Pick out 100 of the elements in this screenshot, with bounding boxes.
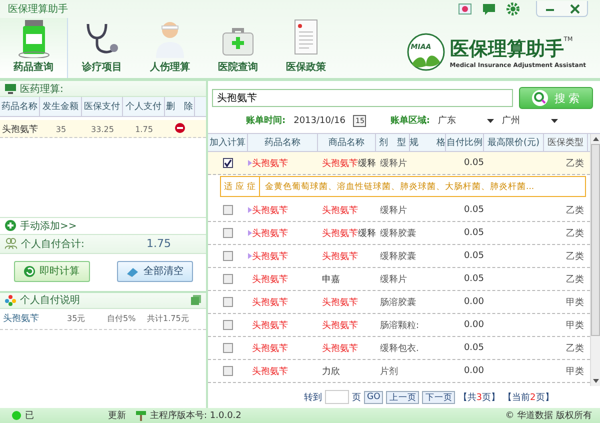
note-cell-text: 35元 [67, 313, 86, 324]
version-text: 主程序版本号: 1.0.0.2 [150, 410, 242, 422]
insurance-type: 乙类 [566, 228, 584, 240]
previous-page-button[interactable]: 上一页 [386, 390, 420, 404]
dosage-form: 片剂 [380, 366, 398, 378]
column-header: 发生金额 [40, 97, 82, 116]
dosage-form: 缓释片 [380, 158, 407, 170]
trade-name: 头孢氨苄 [322, 250, 358, 262]
close-icon [570, 4, 580, 14]
table-row[interactable]: 头孢氨苄 头孢氨苄 缓释片 0.05 乙类 [208, 199, 590, 222]
checkbox[interactable] [223, 274, 233, 284]
nav-tab[interactable]: 人伤理算 [136, 18, 204, 78]
table-row[interactable]: 头孢氨苄 头孢氨苄 肠溶胶囊 0.00 甲类 [208, 291, 590, 314]
checkbox[interactable] [223, 343, 233, 353]
page-info: 【共3页】 [458, 392, 500, 404]
card-icon[interactable] [458, 3, 472, 15]
column-header: 加入计算 [208, 134, 248, 151]
page-info: 【当前2页】 [503, 392, 554, 404]
update-text: 更新 [108, 410, 126, 422]
expand-arrow-icon[interactable] [248, 230, 252, 236]
chat-icon[interactable] [482, 2, 496, 16]
insurance-type: 甲类 [566, 320, 584, 332]
table-row[interactable]: 头孢氨苄 头孢氨苄 缓释包衣. 0.05 乙类 [208, 337, 590, 360]
checkbox[interactable] [223, 297, 233, 307]
ratio-value: 0.05 [464, 228, 484, 238]
date-value: 2013/10/16 [294, 116, 346, 126]
trade-name: 头孢氨苄 [322, 204, 358, 216]
caret-icon [487, 118, 494, 122]
add-manually-link[interactable]: 手动添加>> [20, 218, 77, 232]
expand-arrow-icon[interactable] [248, 253, 252, 259]
ratio-value: 0.05 [464, 251, 484, 261]
remove-icon[interactable] [175, 123, 185, 133]
drug-name: 头孢氨苄 [252, 274, 288, 286]
province-dropdown[interactable]: 广东 [438, 114, 494, 127]
checkbox[interactable] [223, 366, 233, 376]
copyright-text: © 华道数据 版权所有 [505, 410, 592, 422]
column-header: 规 格 [410, 134, 446, 151]
ratio-value: 0.00 [464, 366, 484, 376]
calculate-button[interactable]: 即时计算 [14, 260, 90, 282]
scroll-down-icon[interactable] [592, 379, 598, 383]
trade-name: 头孢氨苄 [322, 296, 358, 308]
dosage-form: 缓释片 [380, 204, 407, 216]
monitor-icon [5, 84, 16, 94]
table-row[interactable]: 头孢氨苄 申嘉 缓释片 0.05 乙类 [208, 268, 590, 291]
note-cell-text: 共计1.75元 [147, 313, 190, 324]
insurance-type: 甲类 [566, 366, 584, 378]
goto-label: 转到 [304, 392, 322, 404]
nav-tab[interactable]: 诊疗项目 [68, 18, 136, 78]
insurance-type: 乙类 [566, 250, 584, 262]
page-input[interactable] [325, 390, 349, 404]
insurance-type: 甲类 [566, 296, 584, 308]
table-row[interactable]: 头孢氨苄 头孢氨苄 缓释胶囊 0.05 乙类 [208, 245, 590, 268]
scrollbar[interactable] [590, 134, 600, 386]
dosage-form: 缓释胶囊 [380, 228, 416, 240]
ratio-value: 0.00 [464, 297, 484, 307]
date-label: 账单时间: [246, 114, 286, 127]
checkbox[interactable] [223, 228, 233, 238]
trade-name: 申嘉 [322, 274, 340, 286]
table-row[interactable]: 头孢氨苄 头孢氨苄缓释 缓释片 0.05 乙类 [208, 152, 590, 175]
region-label: 账单区域: [390, 114, 430, 127]
note-cell-text: 自付5% [107, 313, 137, 324]
table-row[interactable]: 头孢氨苄 头孢氨苄 肠溶颗粒: 0.00 甲类 [208, 314, 590, 337]
trade-name: 力欣 [322, 366, 340, 378]
checkbox[interactable] [223, 205, 233, 215]
settings-icon[interactable] [506, 2, 520, 16]
add-icon[interactable] [5, 220, 16, 231]
expand-arrow-icon[interactable] [248, 160, 252, 166]
insurance-type: 乙类 [566, 204, 584, 216]
signpost-icon [136, 410, 146, 421]
copy-icon[interactable] [191, 295, 201, 305]
next-page-button[interactable]: 下一页 [422, 390, 456, 404]
city-dropdown[interactable]: 广州 [502, 114, 558, 127]
medicine-bottle-icon [16, 18, 50, 58]
column-header: 药品名称 [248, 134, 318, 151]
search-field[interactable]: 头孢氨苄 [212, 89, 513, 107]
column-header: 医保支付 [82, 97, 123, 116]
scroll-thumb[interactable] [591, 144, 600, 336]
go-button[interactable]: GO [364, 390, 384, 404]
column-header: 删 除 [165, 97, 195, 116]
table-cell-text: 头孢氨苄 [1, 124, 39, 137]
nav-tab[interactable]: 药品查询 [0, 18, 68, 78]
column-header: 自付比例 [446, 134, 484, 151]
search-icon [532, 90, 548, 106]
checkbox[interactable] [223, 158, 233, 168]
scroll-up-icon[interactable] [592, 137, 598, 141]
table-row[interactable]: 头孢氨苄 头孢氨苄缓释 缓释胶囊 0.05 乙类 [208, 222, 590, 245]
column-header: 商品名称 [318, 134, 376, 151]
indication-label: 适 应 症 [221, 177, 260, 196]
nav-tab[interactable]: 医院查询 [204, 18, 272, 78]
nav-tab[interactable]: 医保政策 [272, 18, 340, 78]
trade-name: 头孢氨苄缓释 [322, 158, 376, 170]
table-row[interactable]: 头孢氨苄 力欣 片剂 0.00 甲类 [208, 360, 590, 383]
dosage-form: 缓释胶囊 [380, 250, 416, 262]
checkbox[interactable] [223, 251, 233, 261]
column-header: 药品名称 [0, 97, 40, 116]
drug-name: 头孢氨苄 [252, 296, 288, 308]
clear-button[interactable]: 全部清空 [116, 260, 192, 282]
expand-arrow-icon[interactable] [248, 207, 252, 213]
checkbox[interactable] [223, 320, 233, 330]
drug-name: 头孢氨苄 [252, 250, 288, 262]
